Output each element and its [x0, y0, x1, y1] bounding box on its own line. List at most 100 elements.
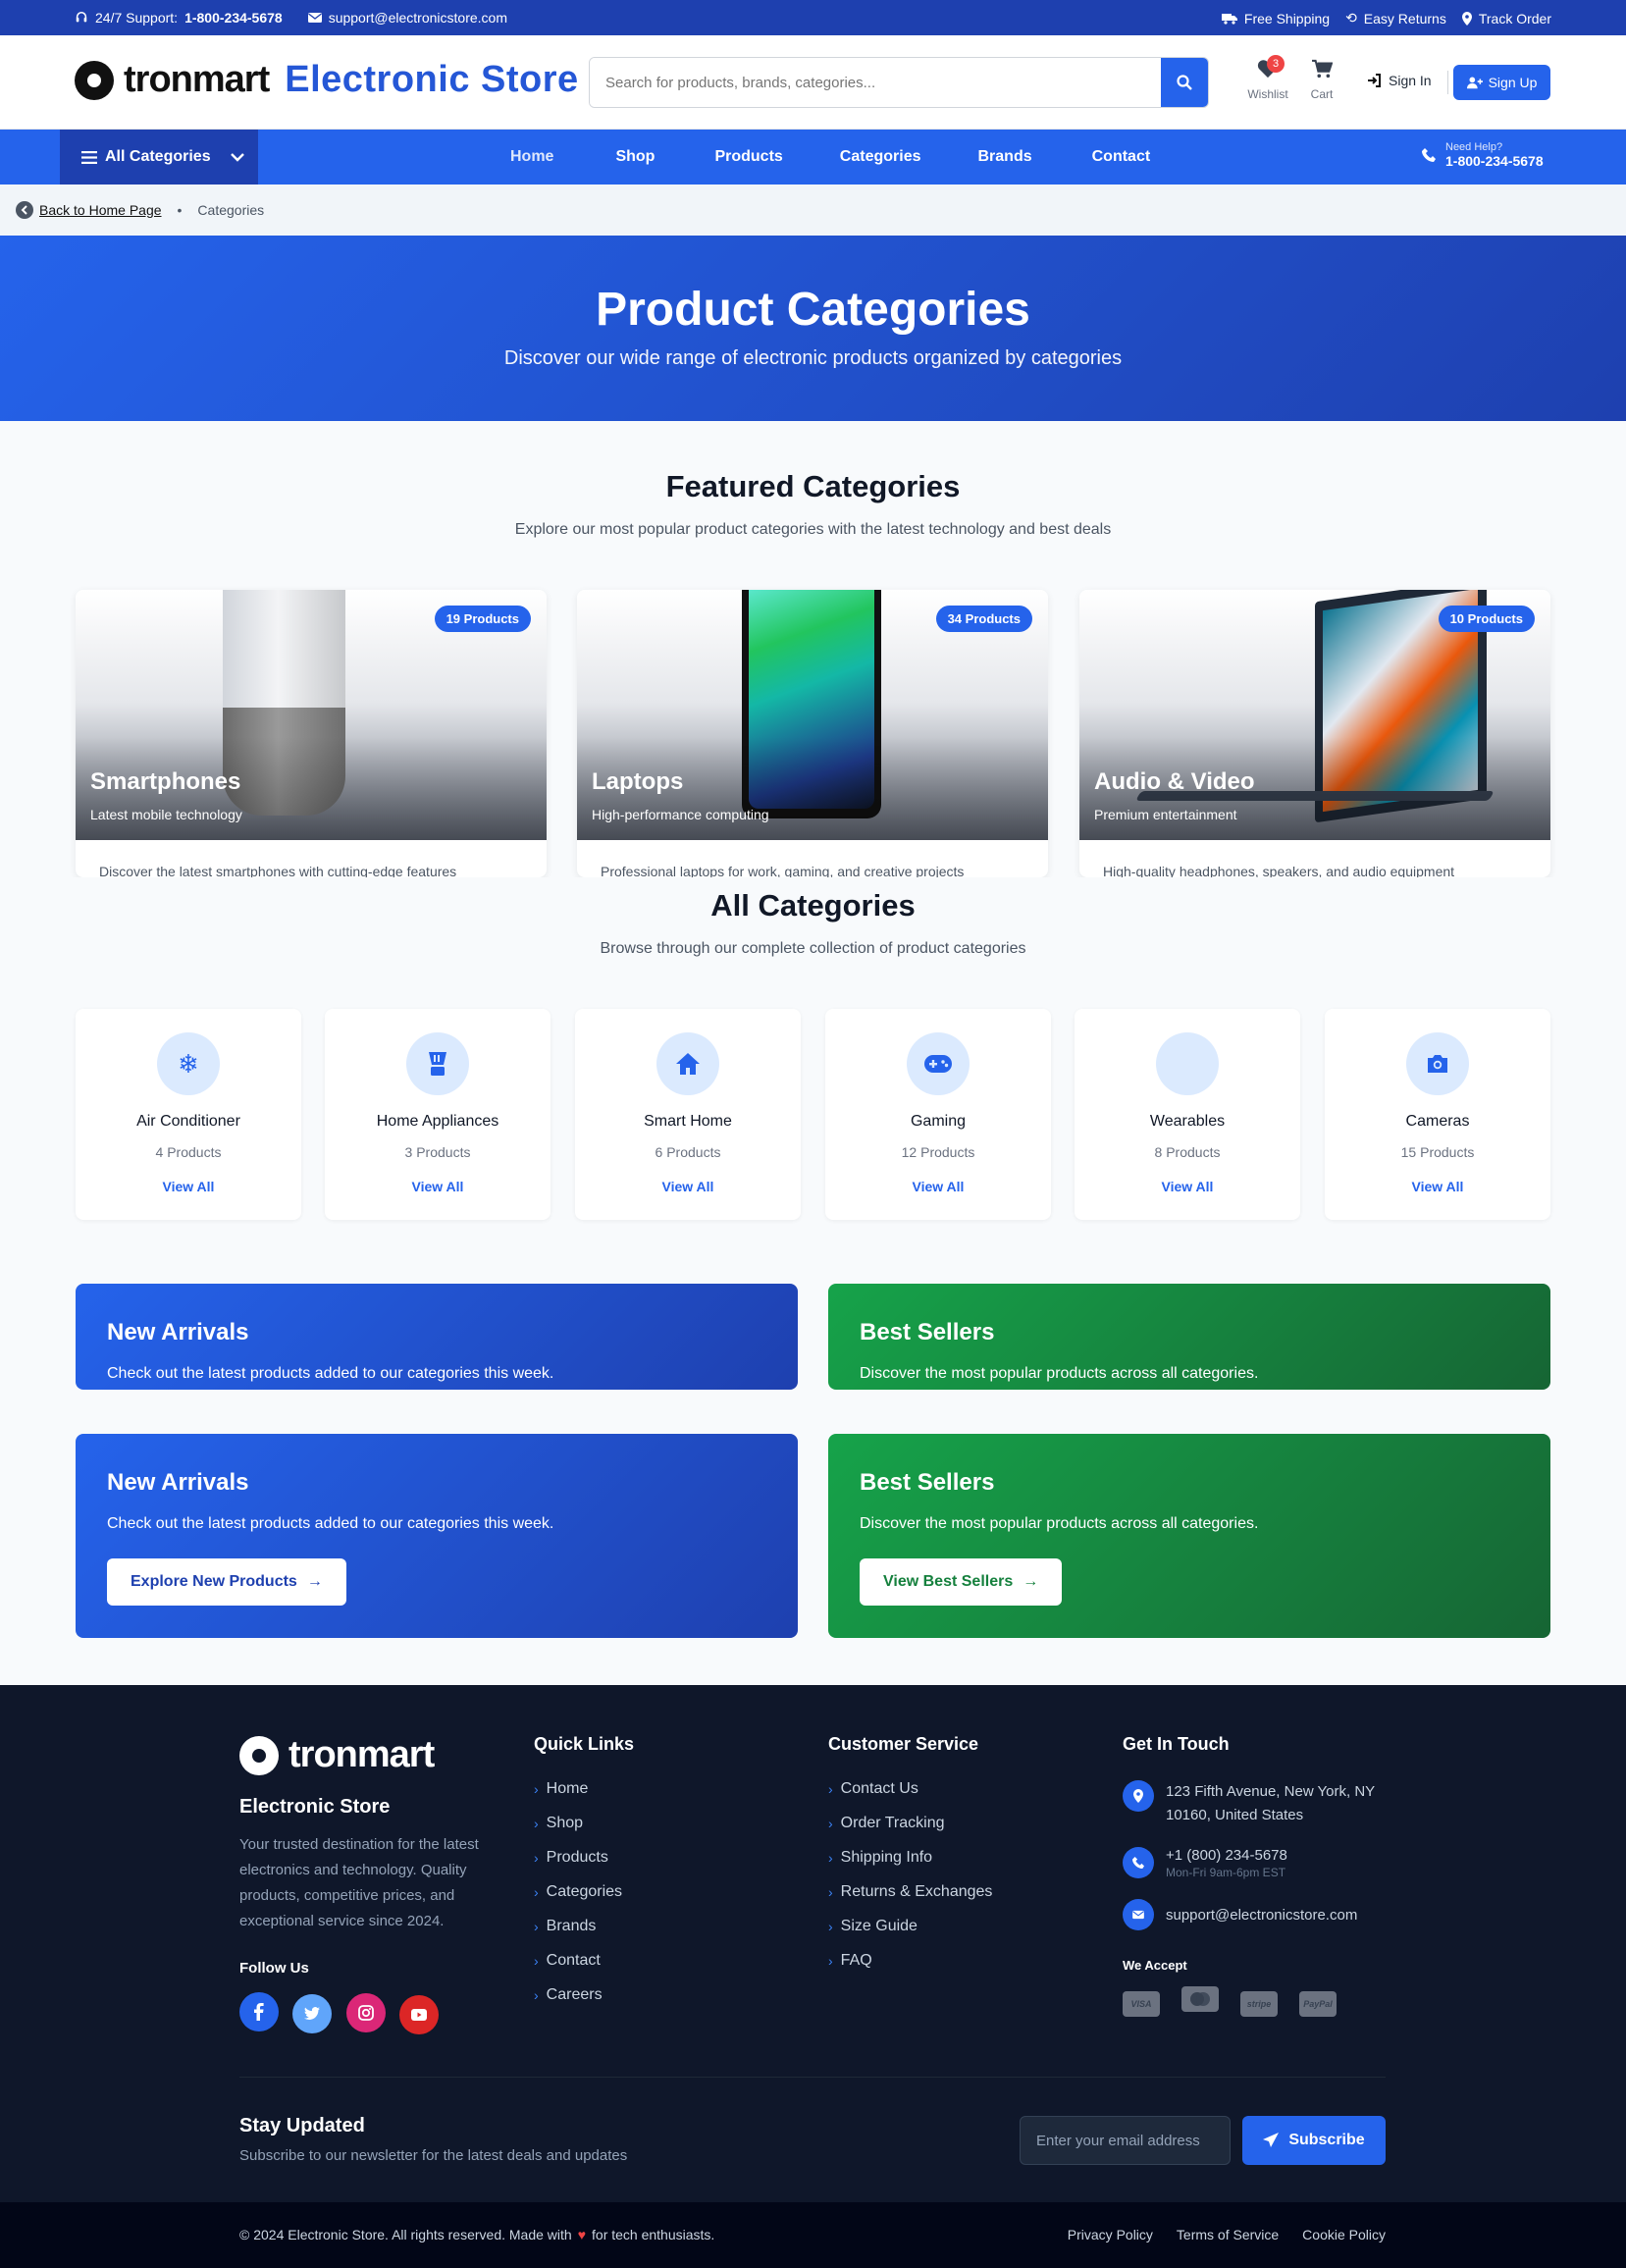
- need-help-number: 1-800-234-5678: [1445, 153, 1544, 169]
- support-label: 24/7 Support:: [95, 10, 179, 26]
- footer-hours-text: Mon-Fri 9am-6pm EST: [1166, 1866, 1286, 1879]
- newsletter-email-input[interactable]: Enter your email address: [1020, 2116, 1231, 2165]
- footer-phone[interactable]: +1 (800) 234-5678 Mon-Fri 9am-6pm EST: [1123, 1847, 1388, 1879]
- promo-title: New Arrivals: [107, 1319, 249, 1345]
- footer-link-label: Contact: [546, 1952, 601, 1969]
- footer-link-contact[interactable]: › Contact: [534, 1952, 634, 1970]
- header-divider: [1447, 71, 1448, 94]
- hero-banner: Product Categories Discover our wide ran…: [0, 236, 1626, 421]
- footer-link-brands[interactable]: › Brands: [534, 1918, 634, 1935]
- twitter-icon[interactable]: [292, 1994, 333, 2033]
- quick-links-title: Quick Links: [534, 1734, 635, 1754]
- chevron-down-icon: [230, 152, 244, 162]
- envelope-icon: [1123, 1899, 1154, 1930]
- footer-link-careers[interactable]: › Careers: [534, 1986, 634, 2004]
- youtube-icon[interactable]: [399, 1995, 440, 2034]
- stripe-icon: stripe: [1240, 1991, 1278, 2017]
- cookie-policy-link[interactable]: Cookie Policy: [1302, 2227, 1386, 2242]
- footer-link-order-tracking[interactable]: › Order Tracking: [828, 1815, 992, 1832]
- free-shipping-link[interactable]: Free Shipping: [1221, 11, 1330, 26]
- nav-link-home[interactable]: Home: [510, 148, 553, 166]
- featured-card-smartphones[interactable]: 19 Products Smartphones Latest mobile te…: [76, 590, 547, 877]
- footer-link-categories[interactable]: › Categories: [534, 1883, 634, 1901]
- site-header: tronmart Electronic Store 3 Wishlist Car…: [0, 35, 1626, 130]
- featured-card-audio-video[interactable]: 10 Products Audio & Video Premium entert…: [1079, 590, 1550, 877]
- footer-phone-text: +1 (800) 234-5678: [1166, 1847, 1287, 1864]
- search-input[interactable]: [590, 58, 1161, 107]
- sign-in-link[interactable]: Sign In: [1367, 73, 1432, 88]
- footer-link-shipping-info[interactable]: › Shipping Info: [828, 1849, 992, 1867]
- category-view-all-link[interactable]: View All: [1325, 1179, 1550, 1194]
- track-order-link[interactable]: Track Order: [1461, 11, 1551, 26]
- footer-about-text: Your trusted destination for the latest …: [239, 1836, 479, 1929]
- promo-new-arrivals: New Arrivals Check out the latest produc…: [76, 1434, 798, 1638]
- site-logo[interactable]: tronmart Electronic Store: [75, 59, 579, 101]
- footer-link-label: Shop: [546, 1815, 584, 1831]
- category-card-gaming[interactable]: Gaming 12 Products View All: [825, 1009, 1051, 1220]
- support-email[interactable]: support@electronicstore.com: [307, 10, 507, 26]
- footer-link-products[interactable]: › Products: [534, 1849, 634, 1867]
- user-plus-icon: [1466, 77, 1483, 89]
- search-button[interactable]: [1161, 58, 1208, 107]
- category-card-home-appliances[interactable]: Home Appliances 3 Products View All: [325, 1009, 551, 1220]
- subscribe-button[interactable]: Subscribe: [1242, 2116, 1386, 2165]
- wishlist-button[interactable]: 3 Wishlist: [1246, 55, 1289, 101]
- audio-video-image: 10 Products Audio & Video Premium entert…: [1079, 590, 1550, 840]
- category-card-air-conditioner[interactable]: ❄ Air Conditioner 4 Products View All: [76, 1009, 301, 1220]
- view-best-sellers-button[interactable]: View Best Sellers →: [860, 1558, 1063, 1606]
- sign-in-label: Sign In: [1389, 73, 1432, 88]
- undo-icon: ⟲: [1345, 10, 1357, 26]
- nav-link-products[interactable]: Products: [714, 148, 782, 166]
- visa-icon: VISA: [1123, 1991, 1160, 2017]
- cart-button[interactable]: Cart: [1302, 59, 1341, 101]
- privacy-policy-link[interactable]: Privacy Policy: [1068, 2227, 1153, 2242]
- category-view-all-link[interactable]: View All: [825, 1179, 1051, 1194]
- category-card-wearables[interactable]: Wearables 8 Products View All: [1075, 1009, 1300, 1220]
- terms-of-service-link[interactable]: Terms of Service: [1177, 2227, 1279, 2242]
- category-icon-circle: [1406, 1032, 1469, 1095]
- category-card-smart-home[interactable]: Smart Home 6 Products View All: [575, 1009, 801, 1220]
- category-view-all-link[interactable]: View All: [575, 1179, 801, 1194]
- blender-icon: [429, 1052, 446, 1076]
- home-icon: [676, 1053, 700, 1075]
- footer-link-home[interactable]: › Home: [534, 1780, 634, 1798]
- sign-up-button[interactable]: Sign Up: [1453, 65, 1550, 100]
- category-view-all-link[interactable]: View All: [325, 1179, 551, 1194]
- instagram-icon[interactable]: [345, 1993, 386, 2032]
- search-icon: [1177, 75, 1192, 90]
- footer-link-faq[interactable]: › FAQ: [828, 1952, 992, 1970]
- chevron-right-icon: ›: [534, 1884, 539, 1900]
- category-view-all-link[interactable]: View All: [76, 1179, 301, 1194]
- featured-card-laptops[interactable]: 34 Products Laptops High-performance com…: [577, 590, 1048, 877]
- footer-link-size-guide[interactable]: › Size Guide: [828, 1918, 992, 1935]
- promo-best-sellers-clipped: Best Sellers Discover the most popular p…: [828, 1284, 1550, 1390]
- all-categories-dropdown[interactable]: All Categories: [60, 130, 258, 185]
- cart-label: Cart: [1310, 87, 1334, 101]
- support-phone[interactable]: 24/7 Support: 1-800-234-5678: [75, 10, 283, 26]
- footer-link-shop[interactable]: › Shop: [534, 1815, 634, 1832]
- need-help-phone[interactable]: Need Help? 1-800-234-5678: [1422, 141, 1544, 169]
- easy-returns-text: Easy Returns: [1363, 10, 1446, 26]
- footer-logo[interactable]: tronmart: [239, 1734, 504, 1776]
- nav-link-brands[interactable]: Brands: [978, 148, 1032, 166]
- nav-link-shop[interactable]: Shop: [615, 148, 655, 166]
- promo-title: Best Sellers: [860, 1469, 995, 1496]
- category-card-cameras[interactable]: Cameras 15 Products View All: [1325, 1009, 1550, 1220]
- headset-icon: [76, 11, 87, 23]
- category-count: 15 Products: [1400, 1144, 1475, 1160]
- nav-link-categories[interactable]: Categories: [840, 148, 921, 166]
- facebook-icon[interactable]: [239, 1992, 279, 2031]
- footer-address: 123 Fifth Avenue, New York, NY 10160, Un…: [1123, 1780, 1388, 1827]
- back-to-home-link[interactable]: Back to Home Page: [16, 201, 162, 219]
- footer-email[interactable]: support@electronicstore.com: [1123, 1899, 1388, 1930]
- easy-returns-link[interactable]: ⟲ Easy Returns: [1345, 10, 1446, 26]
- footer-link-contact-us[interactable]: › Contact Us: [828, 1780, 992, 1798]
- view-best-sellers-label: View Best Sellers: [883, 1573, 1014, 1590]
- smartphones-product-count-badge: 19 Products: [434, 606, 531, 632]
- nav-link-contact[interactable]: Contact: [1092, 148, 1151, 166]
- explore-new-products-button[interactable]: Explore New Products →: [107, 1558, 346, 1606]
- category-view-all-link[interactable]: View All: [1075, 1179, 1300, 1194]
- category-count: 6 Products: [655, 1144, 721, 1160]
- footer-link-returns[interactable]: › Returns & Exchanges: [828, 1883, 992, 1901]
- envelope-icon: [307, 13, 322, 23]
